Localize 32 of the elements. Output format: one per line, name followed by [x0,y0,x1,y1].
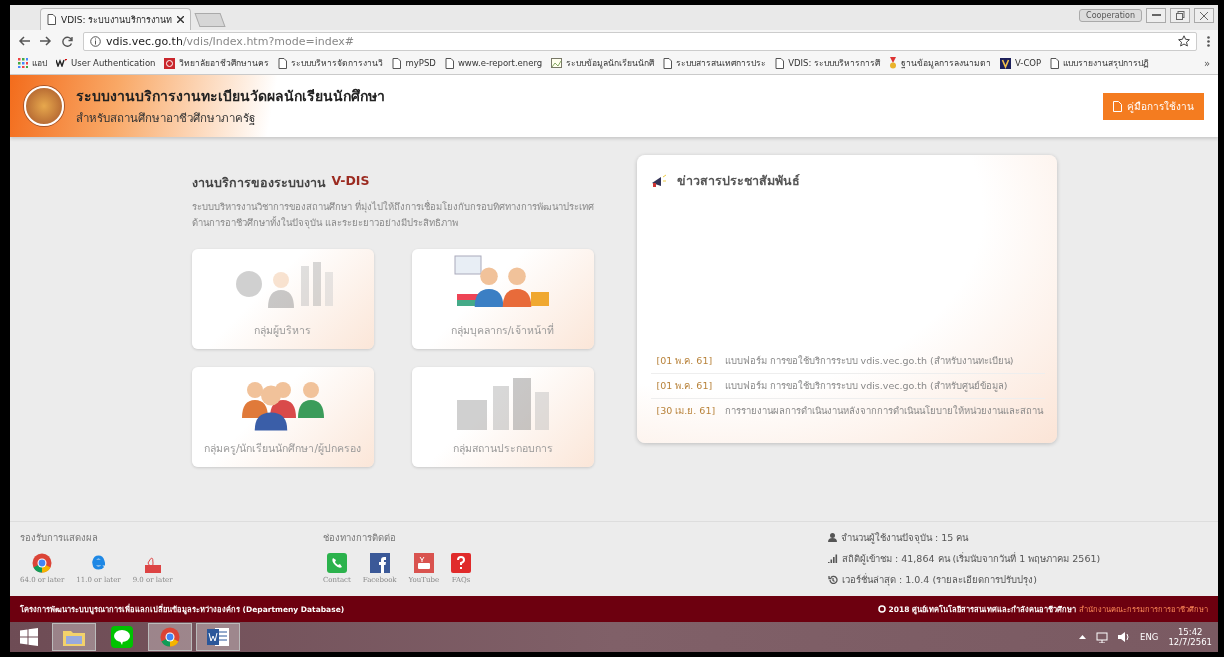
site-subtitle: สำหรับสถานศึกษาอาชีวศึกษาภาครัฐ [76,109,256,127]
section-description: ระบบบริหารงานวิชาการของสถานศึกษา ที่มุ่งไปให้ถึงการเชื่อมโยงกับกรอบทิศทางการพัฒนาประเทศด้านการอาชีวศึกษาทั้งในปัจจุบัน และระยะยาวอย่างมีประสิทธิภาพ [191,199,595,231]
section-heading: งานบริการของระบบงาน [191,174,326,192]
bookmark-link[interactable]: V-COP [1015,58,1042,68]
contact-title: ช่องทางการติดต่อ [323,531,397,545]
bookmark-link[interactable]: www.e-report.energ [457,58,543,68]
more-bookmarks-button[interactable]: » [1203,57,1210,69]
language-indicator[interactable]: ENG [1140,632,1159,642]
clock[interactable]: 15:42 12/7/2561 [1168,627,1212,647]
bookmark-link[interactable]: แบบรายงานสรุปการปฏิ [1063,56,1150,70]
bookmark-link[interactable]: ระบบบริหารจัดการงานวิ [291,56,384,70]
address-bar[interactable]: vdis.vec.go.th/vdis/Index.htm?mode=index# [83,31,1197,51]
brand-name: V-DIS [331,173,370,190]
bookmark-link[interactable]: แอป [32,56,47,70]
stat-text: สถิติผู้เข้าชม : 41,864 คน (เริ่มนับจากวันที่ 1 พฤษภาคม 2561) [842,551,1101,566]
stat-text: เวอร์ชั่นล่าสุด : 1.0.4 (รายละเอียดการปรับปรุง) [842,572,1037,587]
news-item[interactable]: [30 เม.ย. 61] การรายงานผลการดำเนินงานหลังจากการดำเนินนโยบายให้หน่วยงานและสถาน [650,399,1045,423]
bookmark-link[interactable]: VDIS: ระบบบริหารการศึ [788,56,881,70]
news-item[interactable]: [01 พ.ค. 61] แบบฟอร์ม การขอใช้บริการระบบ vdis.vec.go.th (สำหรับงานทะเบียน) [650,349,1045,374]
bookmark-link[interactable]: User Authentication [71,58,156,68]
news-title: ข่าวสารประชาสัมพันธ์ [676,172,800,190]
bookmark-link[interactable]: ระบบสารสนเทศการประ [676,56,767,70]
url-text: vdis.vec.go.th/vdis/Index.htm?mode=index# [106,34,354,48]
profile-badge[interactable]: Cooperation [1079,9,1142,22]
bookmark-link[interactable]: ระบบข้อมูลนักเรียนนักศึ [566,56,655,70]
browser-support-title: รองรับการแสดงผล [20,531,99,545]
bookmark-link[interactable]: วิทยาลัยอาชีวศึกษานคร [179,56,270,70]
news-item[interactable]: [01 พ.ค. 61] แบบฟอร์ม การขอใช้บริการระบบ vdis.vec.go.th (สำหรับศูนย์ข้อมูล) [650,374,1045,399]
bookmark-link[interactable]: ฐานข้อมูลการลงนามตา [901,56,992,70]
stat-text: จำนวนผู้ใช้งานปัจจุบัน : 15 คน [841,531,969,545]
bookmark-link[interactable]: myPSD [405,58,436,68]
browser-tab[interactable]: VDIS: ระบบงานบริการงานท [40,8,192,30]
